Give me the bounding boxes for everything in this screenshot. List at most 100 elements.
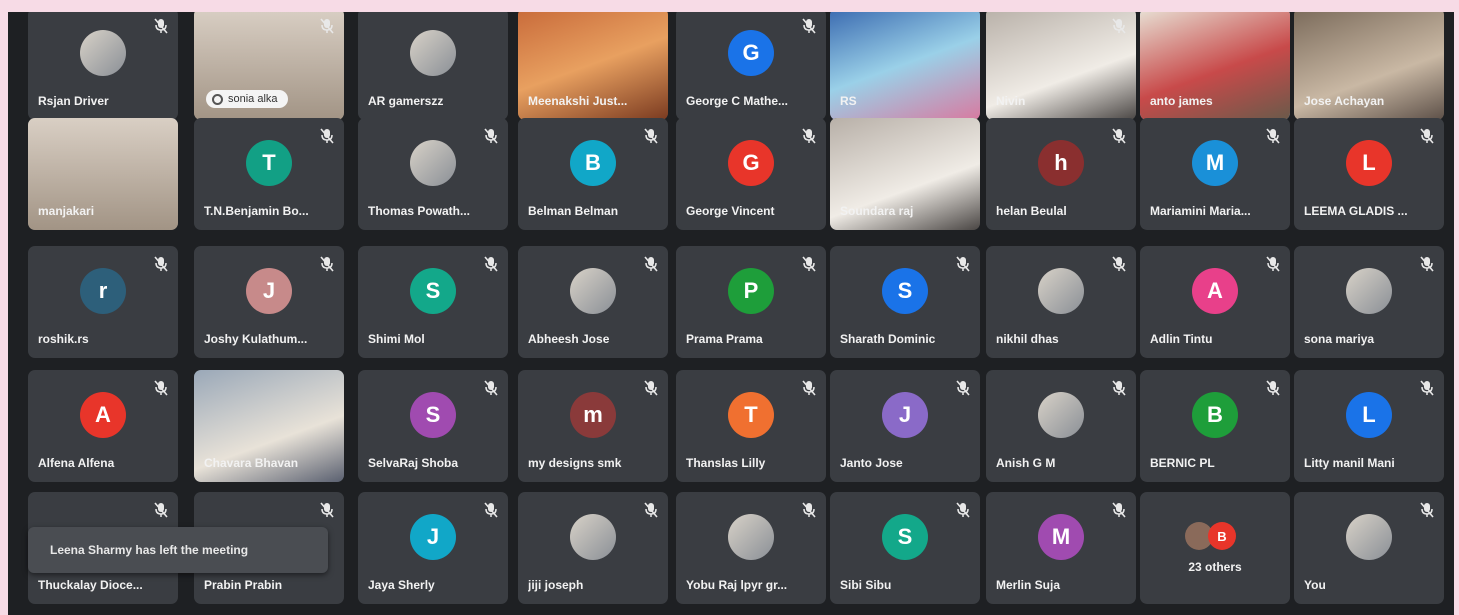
- mic-off-icon: [154, 502, 168, 518]
- participant-tile[interactable]: S Shimi Mol: [358, 246, 508, 358]
- participant-name: my designs smk: [528, 456, 622, 470]
- participant-avatar: T: [728, 391, 774, 438]
- participant-tile[interactable]: RS: [830, 12, 980, 120]
- participant-tile[interactable]: T Thanslas Lilly: [676, 370, 826, 482]
- participant-tile[interactable]: AR gamerszz: [358, 12, 508, 120]
- participant-tile[interactable]: J Jaya Sherly: [358, 492, 508, 604]
- participant-avatar: J: [882, 391, 928, 438]
- participant-name: anto james: [1150, 94, 1213, 108]
- mic-off-icon: [1112, 18, 1126, 34]
- participant-name: Thomas Powath...: [368, 204, 471, 218]
- participant-name: AR gamerszz: [368, 94, 444, 108]
- participant-name: Prama Prama: [686, 332, 763, 346]
- mic-off-icon: [1112, 502, 1126, 518]
- mic-off-icon: [1266, 128, 1280, 144]
- participant-tile[interactable]: S Sharath Dominic: [830, 246, 980, 358]
- participant-avatar-photo: [1346, 513, 1392, 560]
- participant-name: Thanslas Lilly: [686, 456, 766, 470]
- participant-tile[interactable]: B BERNIC PL: [1140, 370, 1290, 482]
- notification-text: Leena Sharmy has left the meeting: [50, 543, 249, 557]
- participant-tile[interactable]: B Belman Belman: [518, 118, 668, 230]
- participant-tile[interactable]: G George Vincent: [676, 118, 826, 230]
- participant-tile[interactable]: Yobu Raj lpyr gr...: [676, 492, 826, 604]
- participant-name: Merlin Suja: [996, 578, 1061, 592]
- participant-name: Nivin: [996, 94, 1026, 108]
- participant-tile[interactable]: M Merlin Suja: [986, 492, 1136, 604]
- participant-tile[interactable]: J Joshy Kulathum...: [194, 246, 344, 358]
- participant-avatar: J: [410, 513, 456, 560]
- participant-name: Soundara raj: [840, 204, 914, 218]
- participant-tile[interactable]: sona mariya: [1294, 246, 1444, 358]
- participant-tile[interactable]: Chavara Bhavan: [194, 370, 344, 482]
- participant-name: jiji joseph: [528, 578, 584, 592]
- participant-name: Rsjan Driver: [38, 94, 109, 108]
- participant-tile[interactable]: Abheesh Jose: [518, 246, 668, 358]
- participant-tile[interactable]: B 23 others: [1140, 492, 1290, 604]
- participant-tile[interactable]: S Sibi Sibu: [830, 492, 980, 604]
- participant-tile[interactable]: L Litty manil Mani: [1294, 370, 1444, 482]
- participant-name: Yobu Raj lpyr gr...: [686, 578, 788, 592]
- mic-off-icon: [320, 18, 334, 34]
- participant-name: Jaya Sherly: [368, 578, 435, 592]
- participant-tile[interactable]: Nivin: [986, 12, 1136, 120]
- participant-avatar: r: [80, 267, 126, 314]
- participant-avatar: G: [728, 139, 774, 186]
- mic-off-icon: [802, 380, 816, 396]
- participant-tile[interactable]: M Mariamini Maria...: [1140, 118, 1290, 230]
- participant-avatar: P: [728, 267, 774, 314]
- participant-tile[interactable]: A Adlin Tintu: [1140, 246, 1290, 358]
- mic-off-icon: [320, 256, 334, 272]
- participant-avatar-photo: [410, 139, 456, 186]
- mic-off-icon: [484, 380, 498, 396]
- participant-tile[interactable]: Rsjan Driver: [28, 12, 178, 120]
- participant-tile[interactable]: Soundara raj: [830, 118, 980, 230]
- participant-tile[interactable]: J Janto Jose: [830, 370, 980, 482]
- participant-tile[interactable]: You: [1294, 492, 1444, 604]
- participant-tile[interactable]: jiji joseph: [518, 492, 668, 604]
- mic-off-icon: [1266, 380, 1280, 396]
- participant-tile[interactable]: manjakari: [28, 118, 178, 230]
- participant-avatar: S: [410, 267, 456, 314]
- participant-name: Belman Belman: [528, 204, 619, 218]
- participant-tile[interactable]: nikhil dhas: [986, 246, 1136, 358]
- mic-off-icon: [802, 18, 816, 34]
- mic-off-icon: [154, 380, 168, 396]
- participant-avatar: h: [1038, 139, 1084, 186]
- mic-off-icon: [1420, 128, 1434, 144]
- mic-off-icon: [956, 502, 970, 518]
- participant-tile[interactable]: A Alfena Alfena: [28, 370, 178, 482]
- participant-avatar: M: [1192, 139, 1238, 186]
- mic-off-icon: [1420, 502, 1434, 518]
- participant-tile[interactable]: sonia alka: [194, 12, 344, 120]
- participant-tile[interactable]: Anish G M: [986, 370, 1136, 482]
- participant-avatar: T: [246, 139, 292, 186]
- participant-tile[interactable]: r roshik.rs: [28, 246, 178, 358]
- participant-name: Alfena Alfena: [38, 456, 115, 470]
- mic-off-icon: [802, 256, 816, 272]
- mic-off-icon: [1420, 380, 1434, 396]
- participant-tile[interactable]: L LEEMA GLADIS ...: [1294, 118, 1444, 230]
- participant-tile[interactable]: m my designs smk: [518, 370, 668, 482]
- participant-name: Anish G M: [996, 456, 1056, 470]
- participant-tile[interactable]: P Prama Prama: [676, 246, 826, 358]
- mic-off-icon: [484, 502, 498, 518]
- participant-tile[interactable]: Thomas Powath...: [358, 118, 508, 230]
- participant-name: manjakari: [38, 204, 95, 218]
- participant-tile[interactable]: S SelvaRaj Shoba: [358, 370, 508, 482]
- participant-tile[interactable]: Jose Achayan: [1294, 12, 1444, 120]
- participant-tile[interactable]: Meenakshi Just...: [518, 12, 668, 120]
- mic-off-icon: [1420, 256, 1434, 272]
- participant-tile[interactable]: T T.N.Benjamin Bo...: [194, 118, 344, 230]
- participant-tile[interactable]: h helan Beulal: [986, 118, 1136, 230]
- participant-avatar-photo: [1038, 391, 1084, 438]
- mic-off-icon: [956, 380, 970, 396]
- mic-off-icon: [484, 128, 498, 144]
- participant-name: BERNIC PL: [1150, 456, 1215, 470]
- participant-tile[interactable]: G George C Mathe...: [676, 12, 826, 120]
- mic-off-icon: [644, 380, 658, 396]
- participant-name: Abheesh Jose: [528, 332, 610, 346]
- participant-tile[interactable]: anto james: [1140, 12, 1290, 120]
- participant-avatar-photo: [570, 513, 616, 560]
- participant-name: George Vincent: [686, 204, 775, 218]
- presenter-label-text: sonia alka: [228, 93, 278, 105]
